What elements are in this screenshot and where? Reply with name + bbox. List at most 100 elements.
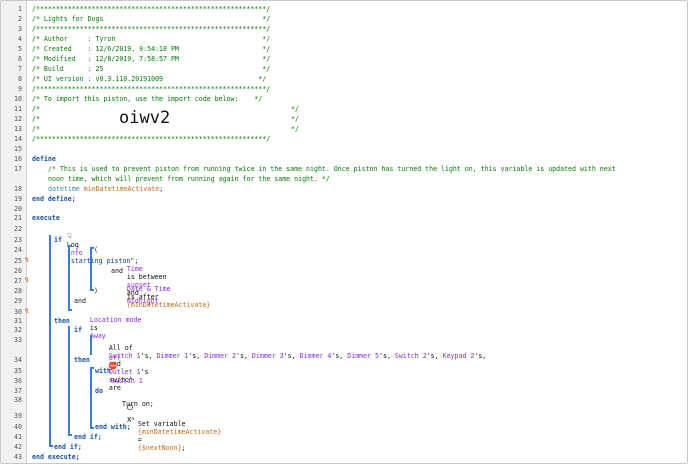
device-name: Dimmer 1 <box>156 352 189 360</box>
header-import-line: /* To import this piston, use the import… <box>32 95 263 103</box>
line-number: 28 <box>14 287 22 295</box>
header-modified: /* Modified : 12/8/2019, 7:58:57 PM */ <box>32 55 271 63</box>
header-border-bottom: /***************************************… <box>32 135 271 143</box>
line-number: 36 <box>14 377 22 385</box>
device-name: Dimmer 4 <box>299 352 332 360</box>
line-number: 5 <box>18 45 22 53</box>
line-number: 41 <box>14 433 22 441</box>
header-created: /* Created : 12/6/2019, 9:54:18 PM */ <box>32 45 271 53</box>
trigger-bolt-icon: ↯ <box>24 256 30 264</box>
with-device-switch1[interactable]: Switch 1 <box>111 377 143 385</box>
turn-on-label: Turn on; <box>122 400 154 408</box>
header-blank-right: */ <box>291 115 299 123</box>
then-block-bracket <box>68 326 70 436</box>
header-ui-version: /* UI version : v0.3.110.20191009 */ <box>32 75 267 83</box>
execute-keyword: execute <box>32 214 60 222</box>
line-number: 39 <box>14 412 22 420</box>
line-number: 21 <box>14 214 22 222</box>
group-bracket <box>90 247 92 291</box>
line-number: 35 <box>14 367 22 375</box>
if-keyword[interactable]: if <box>54 236 62 244</box>
with-keyword[interactable]: with <box>95 367 111 375</box>
line-number: 7 <box>18 65 22 73</box>
header-border: /***************************************… <box>32 85 271 93</box>
header-border-top: /***************************************… <box>32 5 271 13</box>
line-number: 32 <box>14 326 22 334</box>
with-block-bracket <box>90 367 92 429</box>
if-condition-bracket <box>68 245 70 311</box>
line-number: 1 <box>18 5 22 13</box>
log-icon: ☟ <box>66 232 72 241</box>
line-number: 17 <box>14 165 22 173</box>
condition-all-switches[interactable]: All of Switch 1's, Dimmer 1's, Dimmer 2'… <box>93 336 490 400</box>
header-blank-left: /* <box>32 115 40 123</box>
line-number: 10 <box>14 95 22 103</box>
header-title: /* Lights for Dogs */ <box>32 15 271 23</box>
end-with: end with; <box>95 423 131 431</box>
line-number: 18 <box>14 185 22 193</box>
end-if-inner: end if; <box>74 433 102 441</box>
do-keyword: do <box>95 387 103 395</box>
line-number: 6 <box>18 55 22 63</box>
import-code: oiwv2 <box>119 108 171 128</box>
end-execute: end execute; <box>32 453 80 461</box>
end-if-outer: end if; <box>54 443 82 451</box>
define-comment-line2: noon time, which will prevent from runni… <box>48 175 330 183</box>
header-border: /***************************************… <box>32 25 271 33</box>
piston-code-view: 1 2 3 4 5 6 7 8 9 10 11 12 13 14 15 16 17 18 19 20 21 22 23 24 2… <box>0 0 688 464</box>
line-number: 29 <box>14 297 22 305</box>
define-comment-line1: /* This is used to prevent piston from r… <box>48 165 616 173</box>
inner-then-keyword: then <box>74 356 90 364</box>
line-number: 12 <box>14 115 22 123</box>
device-name: Dimmer 2 <box>204 352 236 360</box>
header-build: /* Build : 25 */ <box>32 65 271 73</box>
group-open-paren: ( <box>94 246 98 254</box>
define-keyword: define <box>32 155 56 163</box>
line-number: 43 <box>14 453 22 461</box>
line-number: 16 <box>14 155 22 163</box>
header-blank-left: /* <box>32 125 40 133</box>
device-name: Switch 2 <box>394 352 427 360</box>
variable-name: minDatetimeActivate <box>83 185 160 193</box>
inner-if-keyword[interactable]: if <box>74 326 82 334</box>
variable-type: datetime <box>48 185 80 193</box>
set-variable-text: Set variable {minDatetimeActivate} = {$n… <box>137 420 222 452</box>
line-number: 22 <box>14 225 22 233</box>
then-keyword: then <box>54 317 70 325</box>
line-number: 27 <box>14 277 22 285</box>
inner-condition-bracket <box>90 335 92 355</box>
trigger-bolt-icon: ↯ <box>24 307 30 315</box>
line-number: 20 <box>14 205 22 213</box>
line-number: 40 <box>14 423 22 431</box>
group-close-paren: ) <box>94 287 98 295</box>
device-name: Dimmer 3 <box>251 352 284 360</box>
variable-declaration[interactable]: datetime minDatetimeActivate; <box>48 185 163 193</box>
line-number: 31 <box>14 317 22 325</box>
line-number: 24 <box>14 246 22 254</box>
line-number: 19 <box>14 195 22 203</box>
header-blank-right: */ <box>291 125 299 133</box>
line-number: 25 <box>14 257 22 265</box>
trigger-bolt-icon: ↯ <box>24 276 30 284</box>
line-number: 42 <box>14 443 22 451</box>
logical-and: and <box>111 267 123 275</box>
device-name: Keypad 2 <box>442 352 475 360</box>
device-name: Dimmer 5 <box>347 352 380 360</box>
line-number: 33 <box>14 336 22 344</box>
line-number: 9 <box>18 85 22 93</box>
end-define: end define; <box>32 195 76 203</box>
line-number: 34 <box>14 356 22 364</box>
line-number: 26 <box>14 267 22 275</box>
line-number: 2 <box>18 15 22 23</box>
header-author: /* Author : Tyron */ <box>32 35 271 43</box>
line-number: 4 <box>18 35 22 43</box>
header-blank-left: /* <box>32 105 40 113</box>
line-number: 13 <box>14 125 22 133</box>
line-number: 38 <box>14 396 22 404</box>
line-number: 11 <box>14 105 22 113</box>
line-number: 14 <box>14 135 22 143</box>
outer-and: and <box>74 297 86 305</box>
header-blank-right: */ <box>291 105 299 113</box>
device-list: Switch 1's, Dimmer 1's, Dimmer 2's, Dimm… <box>108 352 487 360</box>
line-number: 8 <box>18 75 22 83</box>
